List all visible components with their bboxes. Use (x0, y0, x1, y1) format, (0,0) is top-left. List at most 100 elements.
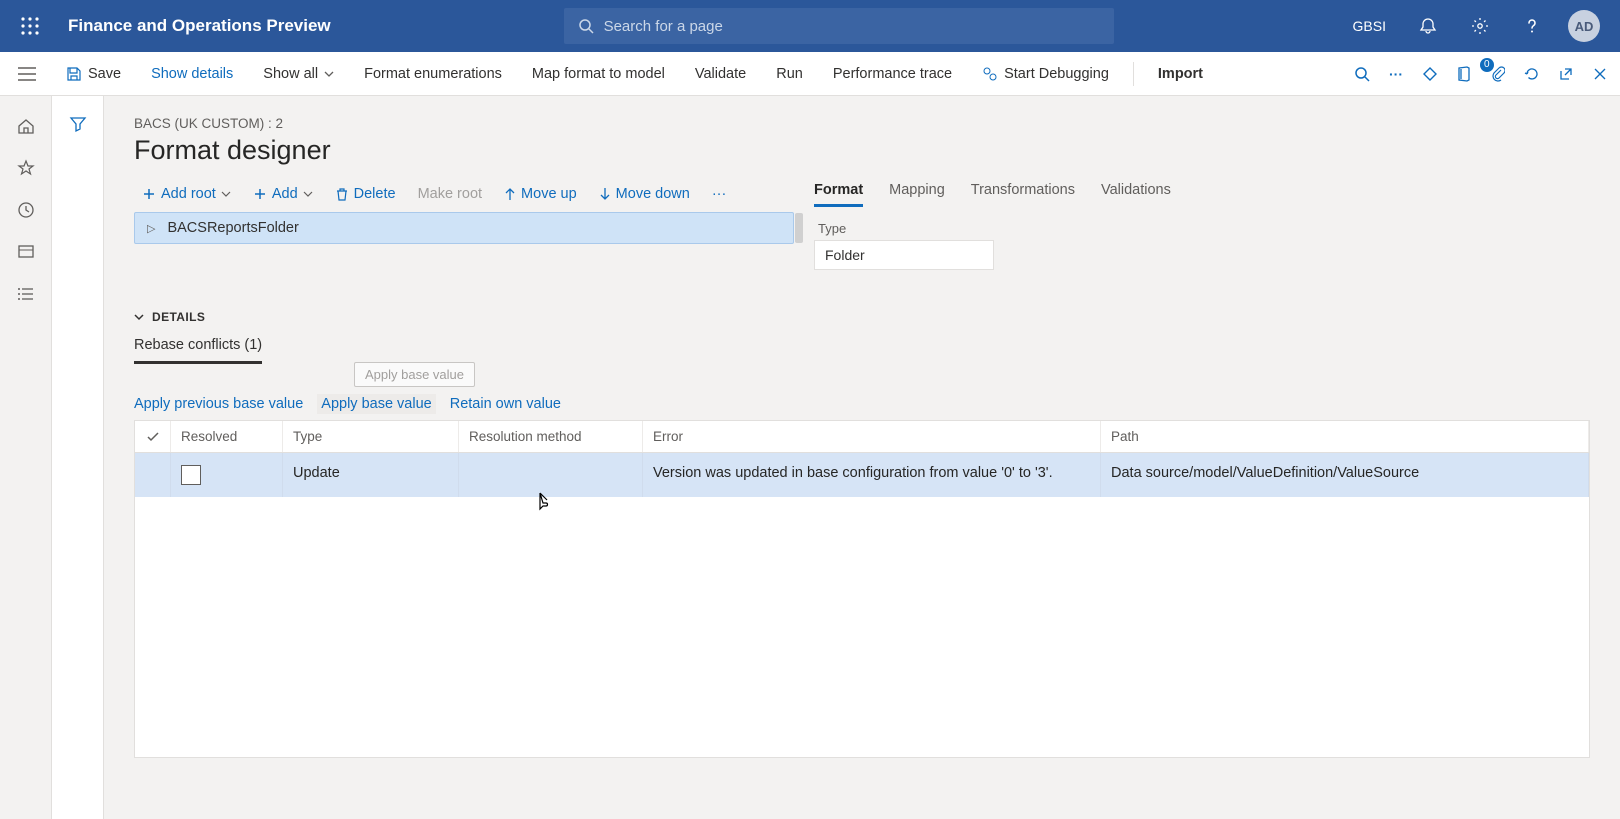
properties-panel: Format Mapping Transformations Validatio… (814, 182, 1590, 270)
run-button[interactable]: Run (766, 60, 813, 88)
left-nav-rail (0, 96, 52, 819)
col-path[interactable]: Path (1101, 421, 1589, 452)
tree-node-root[interactable]: ▷ BACSReportsFolder (134, 212, 794, 244)
expand-caret-icon[interactable]: ▷ (147, 222, 155, 235)
refresh-icon[interactable] (1520, 62, 1544, 86)
format-enumerations-button[interactable]: Format enumerations (354, 60, 512, 88)
property-type-label: Type (818, 221, 1590, 236)
conflicts-grid: Resolved Type Resolution method Error Pa… (134, 420, 1590, 758)
chevron-down-icon (303, 191, 313, 197)
page-title: Format designer (134, 135, 1590, 166)
import-button[interactable]: Import (1148, 60, 1213, 88)
grid-header-row: Resolved Type Resolution method Error Pa… (135, 421, 1589, 453)
apply-previous-base-value-link[interactable]: Apply previous base value (134, 396, 303, 412)
cell-error: Version was updated in base configuratio… (643, 453, 1101, 497)
show-details-button[interactable]: Show details (141, 60, 243, 88)
settings-gear-icon[interactable] (1464, 10, 1496, 42)
move-up-button[interactable]: Move up (496, 182, 585, 206)
col-resolution[interactable]: Resolution method (459, 421, 643, 452)
global-search-input[interactable]: Search for a page (564, 8, 1114, 44)
main-content: BACS (UK CUSTOM) : 2 Format designer Add… (104, 96, 1620, 819)
col-type[interactable]: Type (283, 421, 459, 452)
map-format-to-model-button[interactable]: Map format to model (522, 60, 675, 88)
filter-funnel-icon[interactable] (66, 112, 90, 136)
search-icon (578, 18, 594, 34)
diamond-icon[interactable] (1418, 62, 1442, 86)
caret-down-icon (134, 312, 144, 322)
plus-icon (253, 187, 267, 201)
grid-row[interactable]: Update Version was updated in base confi… (135, 453, 1589, 497)
notifications-icon[interactable] (1412, 10, 1444, 42)
attachments-icon[interactable]: 0 (1486, 62, 1510, 86)
delete-button[interactable]: Delete (327, 182, 404, 206)
cell-resolved[interactable] (171, 453, 283, 497)
trash-icon (335, 187, 349, 201)
overflow-menu-icon[interactable]: ··· (1384, 62, 1408, 86)
grid-empty-area (135, 497, 1589, 757)
cell-path: Data source/model/ValueDefinition/ValueS… (1101, 453, 1589, 497)
retain-own-value-link[interactable]: Retain own value (450, 396, 561, 412)
content-shell: BACS (UK CUSTOM) : 2 Format designer Add… (0, 96, 1620, 819)
show-all-dropdown[interactable]: Show all (253, 60, 344, 88)
chevron-down-icon (221, 191, 231, 197)
user-avatar[interactable]: AD (1568, 10, 1600, 42)
office-icon[interactable] (1452, 62, 1476, 86)
property-type-value[interactable]: Folder (814, 240, 994, 270)
tab-transformations[interactable]: Transformations (971, 182, 1075, 207)
tree-overflow-icon[interactable]: ··· (704, 182, 735, 206)
popout-icon[interactable] (1554, 62, 1578, 86)
chevron-down-icon (324, 71, 334, 77)
attachments-badge: 0 (1480, 58, 1494, 72)
recent-clock-icon[interactable] (14, 198, 38, 222)
splitter-handle[interactable] (795, 213, 803, 243)
help-icon[interactable] (1516, 10, 1548, 42)
make-root-button: Make root (410, 182, 490, 206)
tab-format[interactable]: Format (814, 182, 863, 207)
conflict-action-links: Apply previous base value Apply base val… (134, 396, 1590, 412)
command-bar: Save Show details Show all Format enumer… (0, 52, 1620, 96)
save-icon (66, 66, 82, 82)
start-debugging-button[interactable]: Start Debugging (972, 60, 1119, 88)
details-toggle[interactable]: DETAILS (134, 310, 1590, 324)
divider (1133, 62, 1134, 86)
validate-button[interactable]: Validate (685, 60, 756, 88)
tree-node-label: BACSReportsFolder (167, 220, 298, 236)
performance-trace-button[interactable]: Performance trace (823, 60, 962, 88)
resolved-checkbox[interactable] (181, 465, 201, 485)
apply-base-value-link[interactable]: Apply base value (317, 394, 435, 414)
rebase-conflicts-tab[interactable]: Rebase conflicts (1) (134, 337, 262, 364)
close-icon[interactable] (1588, 62, 1612, 86)
select-all-header[interactable] (135, 421, 171, 452)
plus-icon (142, 187, 156, 201)
top-right-controls: GBSI AD (1347, 10, 1600, 42)
workspace-icon[interactable] (14, 240, 38, 264)
tab-validations[interactable]: Validations (1101, 182, 1171, 207)
company-selector[interactable]: GBSI (1347, 18, 1392, 34)
modules-list-icon[interactable] (14, 282, 38, 306)
favorites-star-icon[interactable] (14, 156, 38, 180)
save-button[interactable]: Save (56, 60, 131, 88)
arrow-up-icon (504, 187, 516, 201)
add-root-button[interactable]: Add root (134, 182, 239, 206)
format-tree-panel: Add root Add Delete Make root (134, 182, 794, 270)
app-launcher-icon[interactable] (16, 12, 44, 40)
details-section: DETAILS Rebase conflicts (1) Apply base … (134, 310, 1590, 758)
debug-icon (982, 66, 998, 82)
move-down-button[interactable]: Move down (591, 182, 698, 206)
col-resolved[interactable]: Resolved (171, 421, 283, 452)
tooltip: Apply base value (354, 362, 475, 387)
check-icon (146, 432, 160, 442)
add-button[interactable]: Add (245, 182, 321, 206)
tree-toolbar: Add root Add Delete Make root (134, 182, 794, 206)
col-error[interactable]: Error (643, 421, 1101, 452)
arrow-down-icon (599, 187, 611, 201)
tab-mapping[interactable]: Mapping (889, 182, 945, 207)
row-selector[interactable] (135, 453, 171, 497)
hamburger-menu-icon[interactable] (8, 67, 46, 81)
home-icon[interactable] (14, 114, 38, 138)
properties-tabs: Format Mapping Transformations Validatio… (814, 182, 1590, 207)
search-placeholder: Search for a page (604, 18, 723, 35)
breadcrumb: BACS (UK CUSTOM) : 2 (134, 116, 1590, 131)
cmd-search-icon[interactable] (1350, 62, 1374, 86)
brand-title: Finance and Operations Preview (68, 16, 331, 36)
